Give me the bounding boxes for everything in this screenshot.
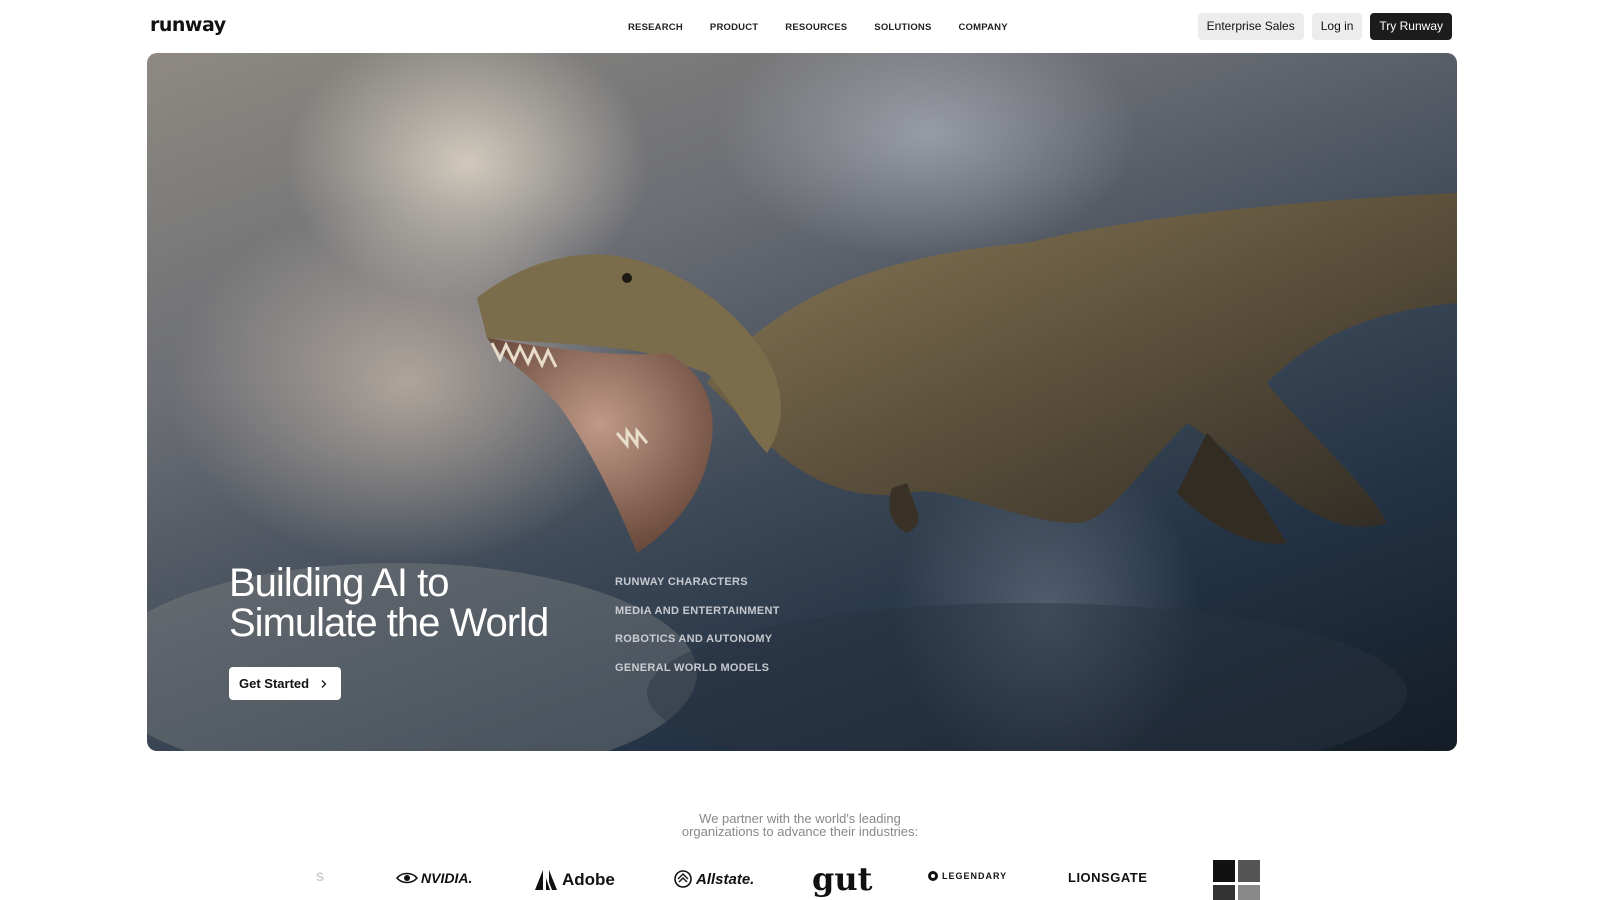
get-started-button[interactable]: Get Started (229, 667, 342, 700)
nav-product[interactable]: PRODUCT (710, 22, 758, 33)
partner-logo-faded: S (316, 870, 325, 884)
partner-logo-strip: S NVIDIA. Adobe Allstate. gut LEGENDARY … (0, 860, 1600, 900)
adobe-wordmark: Adobe (562, 870, 615, 889)
legendary-wordmark: LEGENDARY (942, 871, 1008, 881)
partners-description: We partner with the world's leading orga… (0, 812, 1600, 838)
partners-text-line-2: organizations to advance their industrie… (681, 824, 919, 839)
main-nav: RESEARCH PRODUCT RESOURCES SOLUTIONS COM… (628, 22, 1035, 33)
runway-logo[interactable]: runway (150, 14, 226, 36)
top-navigation-bar: runway RESEARCH PRODUCT RESOURCES SOLUTI… (0, 0, 1600, 52)
hero-title: Building AI to Simulate the World (229, 561, 549, 645)
allstate-wordmark: Allstate. (696, 870, 755, 888)
partner-logo-legendary: LEGENDARY (927, 870, 1007, 882)
link-general-world-models[interactable]: GENERAL WORLD MODELS (615, 662, 780, 675)
chevron-right-icon (321, 679, 327, 688)
link-media-entertainment[interactable]: MEDIA AND ENTERTAINMENT (615, 605, 780, 618)
enterprise-sales-button[interactable]: Enterprise Sales (1197, 13, 1304, 40)
hero-video: Building AI to Simulate the World Get St… (147, 53, 1457, 751)
partner-logo-gut: gut (812, 860, 873, 898)
nav-resources[interactable]: RESOURCES (785, 22, 847, 33)
nav-research[interactable]: RESEARCH (628, 22, 683, 33)
partner-logo-adobe: Adobe (535, 870, 615, 890)
partner-logo-nvidia: NVIDIA. (396, 870, 472, 886)
nav-company[interactable]: COMPANY (959, 22, 1008, 33)
header-actions: Enterprise Sales Log in Try Runway (1197, 13, 1452, 40)
nav-solutions[interactable]: SOLUTIONS (874, 22, 931, 33)
link-runway-characters[interactable]: RUNWAY CHARACTERS (615, 576, 780, 589)
link-robotics-autonomy[interactable]: ROBOTICS AND AUTONOMY (615, 633, 780, 646)
partner-logo-allstate: Allstate. (673, 870, 754, 888)
login-button[interactable]: Log in (1311, 13, 1363, 40)
try-runway-button[interactable]: Try Runway (1370, 13, 1452, 40)
hero-solution-links: RUNWAY CHARACTERS MEDIA AND ENTERTAINMEN… (615, 576, 780, 690)
adobe-icon (535, 870, 557, 890)
allstate-hands-icon (674, 870, 692, 888)
partner-logo-lionsgate: LIONSGATE (1068, 870, 1148, 885)
nvidia-eye-icon (396, 872, 418, 884)
dinosaur-hero-image (147, 193, 1457, 751)
nvidia-wordmark: NVIDIA. (421, 870, 473, 886)
legendary-emblem-icon (928, 871, 938, 881)
get-started-label: Get Started (239, 676, 310, 691)
partner-logo-squares (1213, 860, 1260, 900)
